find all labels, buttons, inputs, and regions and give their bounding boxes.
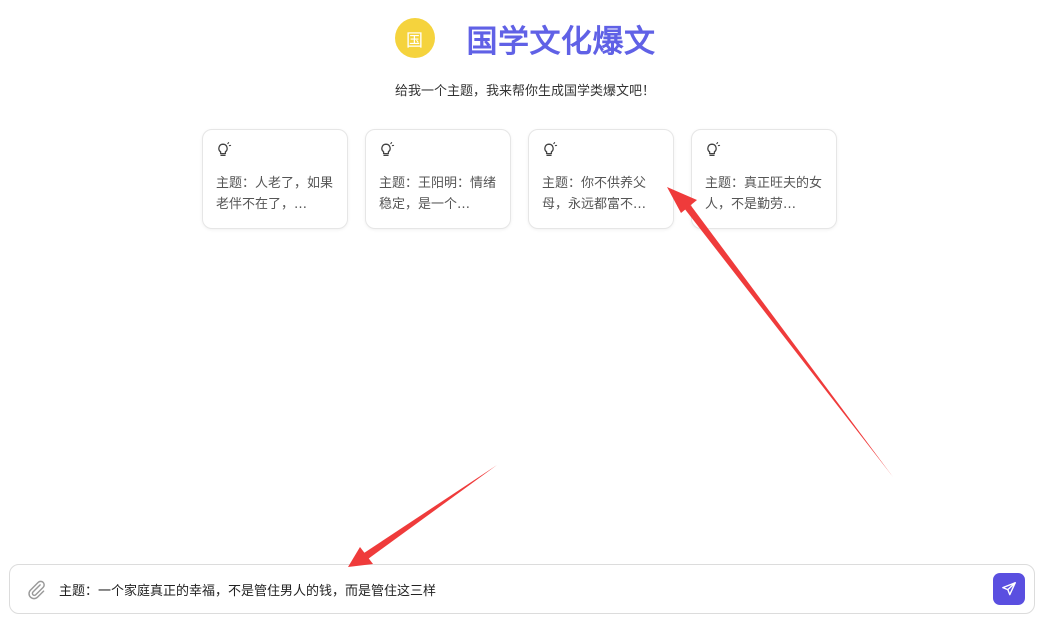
chat-input-bar xyxy=(9,564,1035,614)
lightbulb-icon xyxy=(218,142,232,157)
suggestion-text: 主题：人老了，如果老伴不在了，… xyxy=(216,176,334,212)
paperclip-icon[interactable] xyxy=(25,578,47,600)
suggestion-card[interactable]: 主题：你不供养父母，永远都富不… xyxy=(528,129,674,229)
suggestion-cards: 主题：人老了，如果老伴不在了，… 主题：王阳明：情绪稳定，是一个… 主题：你不供… xyxy=(202,129,837,229)
suggestion-text: 主题：真正旺夫的女人，不是勤劳… xyxy=(705,176,823,212)
lightbulb-icon xyxy=(381,142,395,157)
lightbulb-icon xyxy=(707,142,721,157)
send-icon xyxy=(1002,582,1016,596)
page: 国 国学文化爆文 给我一个主题，我来帮你生成国学类爆文吧！ 主题：人老了，如果老… xyxy=(0,0,1050,621)
annotation-arrow xyxy=(348,465,497,567)
suggestion-text: 主题：你不供养父母，永远都富不… xyxy=(542,176,647,212)
suggestion-card[interactable]: 主题：王阳明：情绪稳定，是一个… xyxy=(365,129,511,229)
logo: 国 xyxy=(394,18,435,58)
page-title: 国学文化爆文 xyxy=(466,23,656,60)
suggestion-card[interactable]: 主题：真正旺夫的女人，不是勤劳… xyxy=(691,129,837,229)
page-subtitle: 给我一个主题，我来帮你生成国学类爆文吧！ xyxy=(394,84,655,99)
chat-input[interactable] xyxy=(59,581,993,597)
header: 国 国学文化爆文 xyxy=(0,16,1050,60)
suggestion-text: 主题：王阳明：情绪稳定，是一个… xyxy=(379,176,497,212)
annotation-arrow xyxy=(667,187,893,477)
logo-char: 国 xyxy=(406,30,423,51)
send-button[interactable] xyxy=(993,573,1025,605)
suggestion-card[interactable]: 主题：人老了，如果老伴不在了，… xyxy=(202,129,348,229)
lightbulb-icon xyxy=(544,142,558,157)
